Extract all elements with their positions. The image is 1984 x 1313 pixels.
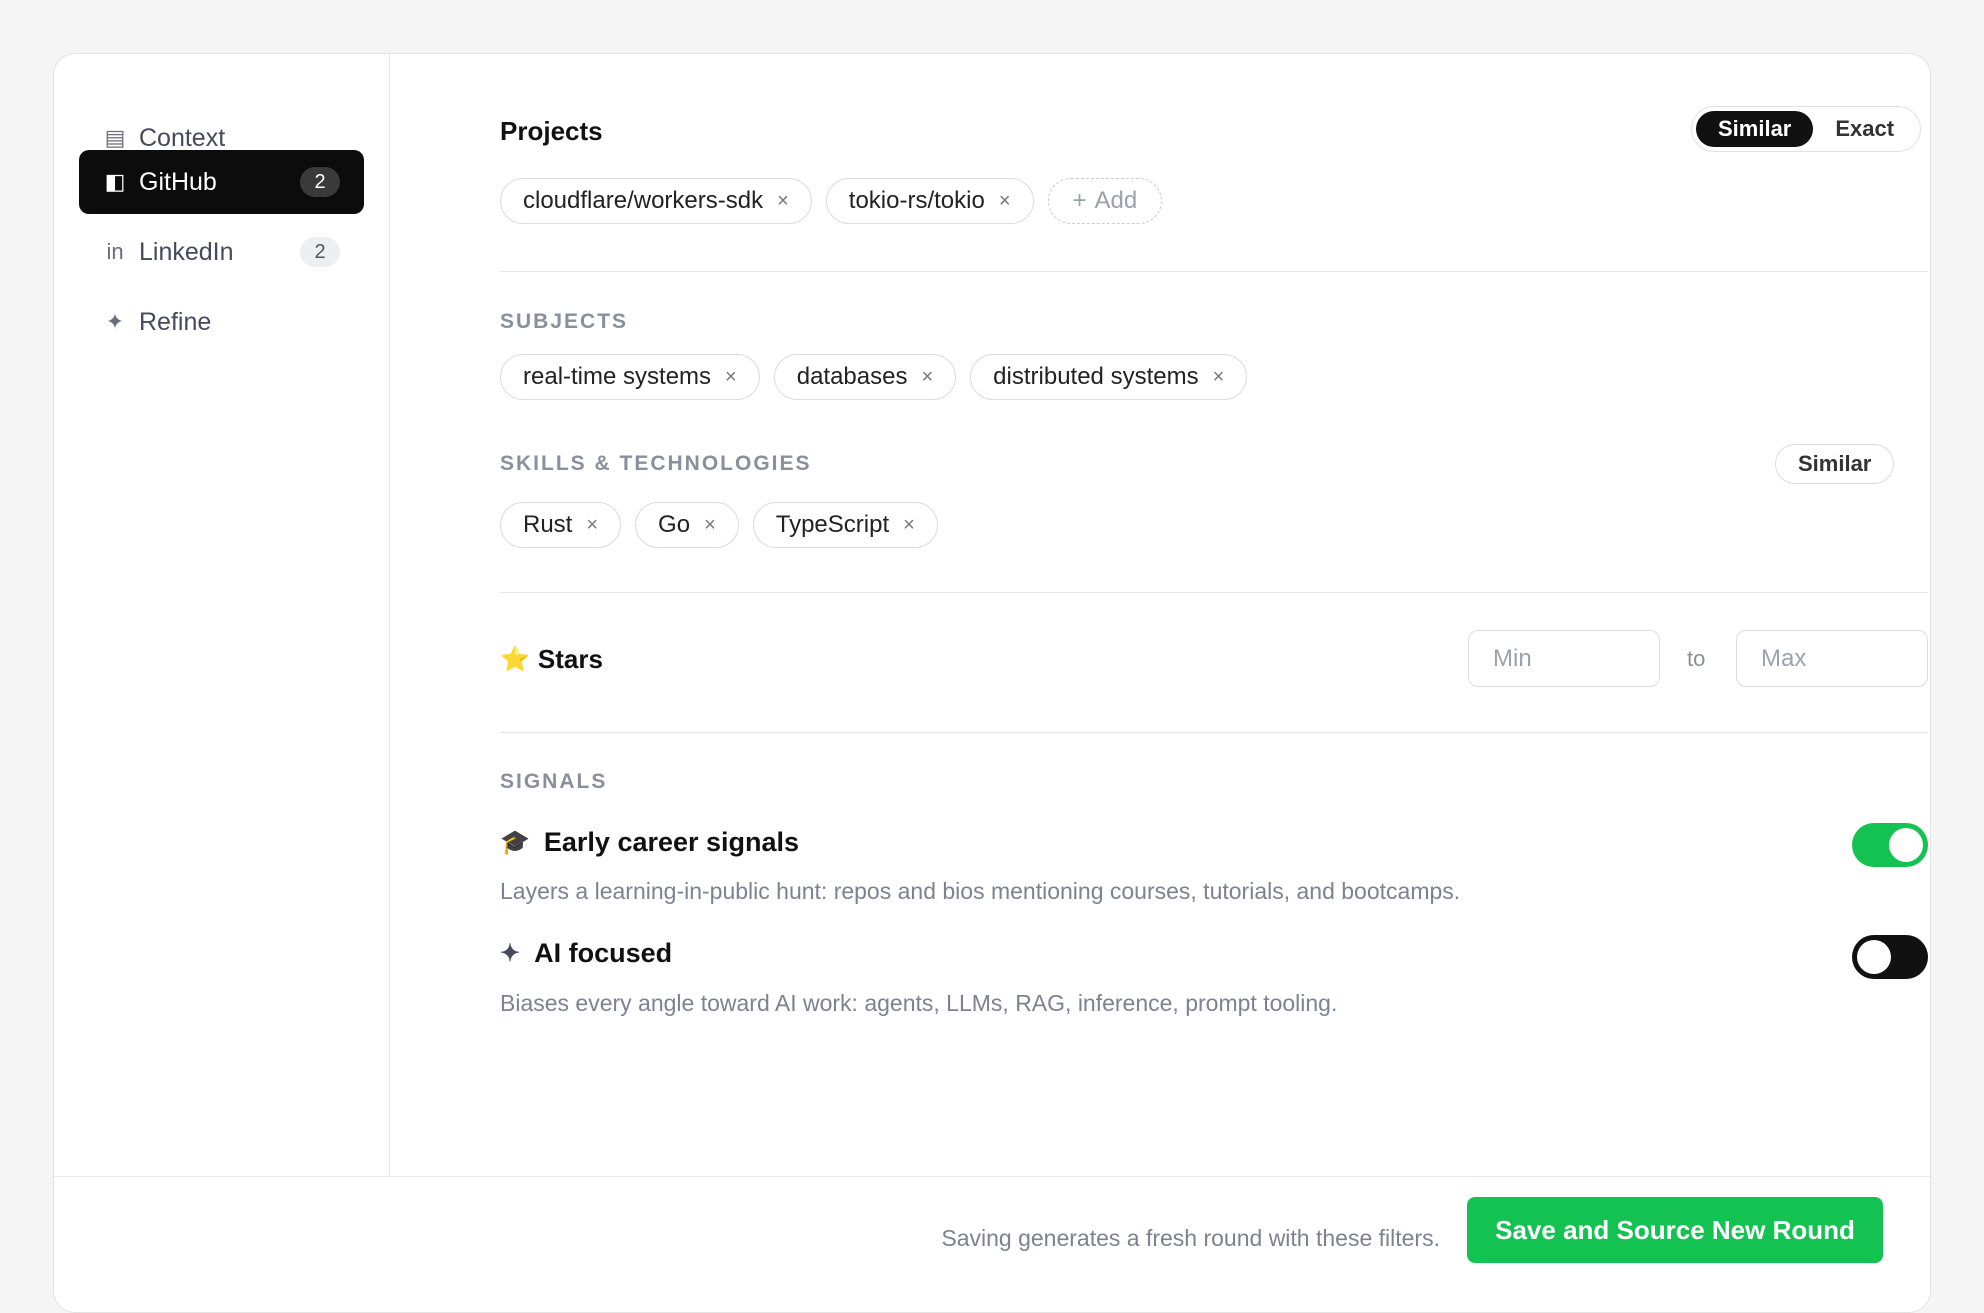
- project-chip: tokio-rs/tokio ×: [825, 178, 1034, 224]
- sidebar: ▤ Context ◧ GitHub 2 in LinkedIn 2 ✦ Ref…: [54, 54, 390, 1176]
- save-and-source-button[interactable]: Save and Source New Round: [1467, 1197, 1883, 1263]
- graduation-cap-icon: 🎓: [500, 829, 530, 856]
- toggle-knob: [1857, 940, 1891, 974]
- stars-label: Stars: [537, 644, 603, 674]
- count-badge: 2: [300, 237, 340, 267]
- sidebar-item-label: Context: [139, 123, 226, 152]
- chip-label: cloudflare/workers-sdk: [523, 187, 764, 214]
- early-career-toggle[interactable]: [1852, 823, 1928, 867]
- stars-min-input[interactable]: [1468, 630, 1660, 687]
- sparkle-icon: ✦: [105, 309, 125, 334]
- add-label: Add: [1094, 187, 1138, 214]
- sparkle-icon: ✦: [500, 940, 521, 967]
- skills-label: SKILLS & TECHNOLOGIES: [500, 452, 812, 475]
- ai-focused-toggle[interactable]: [1852, 935, 1928, 979]
- divider: [500, 592, 1928, 593]
- close-icon[interactable]: ×: [999, 190, 1011, 213]
- early-career-title: 🎓 Early career signals: [500, 827, 799, 858]
- sidebar-item-github[interactable]: ◧ GitHub 2: [79, 150, 364, 214]
- skill-chip: Go ×: [635, 502, 739, 548]
- close-icon[interactable]: ×: [903, 514, 915, 537]
- skill-chip: TypeScript ×: [752, 502, 938, 548]
- sidebar-item-label: Refine: [139, 307, 212, 336]
- star-icon: ⭐: [500, 646, 530, 673]
- add-project-button[interactable]: + Add: [1047, 178, 1163, 224]
- divider: [500, 732, 1928, 733]
- linkedin-icon: in: [106, 239, 124, 264]
- divider: [500, 271, 1928, 272]
- context-icon: ▤: [104, 125, 126, 150]
- sidebar-item-label: GitHub: [139, 167, 217, 196]
- skill-chip: Rust ×: [500, 502, 622, 548]
- subjects-chips: real-time systems × databases × distribu…: [500, 354, 1248, 400]
- close-icon[interactable]: ×: [777, 190, 789, 213]
- close-icon[interactable]: ×: [725, 366, 737, 389]
- early-career-description: Layers a learning-in-public hunt: repos …: [500, 878, 1461, 904]
- chip-label: Go: [658, 511, 691, 538]
- chip-label: databases: [796, 363, 908, 390]
- sidebar-item-label: LinkedIn: [139, 237, 234, 266]
- sidebar-item-refine[interactable]: ✦ Refine: [79, 290, 364, 354]
- subject-chip: databases ×: [773, 354, 957, 400]
- chip-label: real-time systems: [523, 363, 712, 390]
- plus-icon: +: [1072, 187, 1087, 214]
- main-content: Projects Similar Exact cloudflare/worker…: [391, 54, 1930, 1176]
- skills-similar-button[interactable]: Similar: [1775, 444, 1895, 484]
- ai-focused-description: Biases every angle toward AI work: agent…: [500, 990, 1338, 1016]
- project-chip: cloudflare/workers-sdk ×: [500, 178, 812, 224]
- skills-chips: Rust × Go × TypeScript ×: [500, 502, 938, 548]
- filters-panel: ▤ Context ◧ GitHub 2 in LinkedIn 2 ✦ Ref…: [53, 53, 1931, 1313]
- range-separator: to: [1687, 646, 1706, 671]
- subjects-label: SUBJECTS: [500, 310, 629, 333]
- close-icon[interactable]: ×: [704, 514, 716, 537]
- close-icon[interactable]: ×: [921, 366, 933, 389]
- sidebar-item-linkedin[interactable]: in LinkedIn 2: [79, 220, 364, 284]
- subject-chip: distributed systems ×: [970, 354, 1248, 400]
- close-icon[interactable]: ×: [586, 514, 598, 537]
- projects-chips: cloudflare/workers-sdk × tokio-rs/tokio …: [500, 178, 1163, 224]
- footer: Saving generates a fresh round with thes…: [54, 1176, 1930, 1312]
- signal-title-text: AI focused: [534, 938, 673, 968]
- stars-row-label: ⭐ Stars: [500, 644, 603, 675]
- count-badge: 2: [300, 167, 340, 197]
- subject-chip: real-time systems ×: [500, 354, 760, 400]
- chip-label: tokio-rs/tokio: [848, 187, 985, 214]
- projects-match-toggle: Similar Exact: [1691, 106, 1922, 152]
- footer-note: Saving generates a fresh round with thes…: [941, 1225, 1440, 1251]
- chip-label: TypeScript: [775, 511, 890, 538]
- ai-focused-title: ✦ AI focused: [500, 938, 672, 969]
- close-icon[interactable]: ×: [1213, 366, 1225, 389]
- signal-title-text: Early career signals: [543, 827, 800, 857]
- stars-max-input[interactable]: [1736, 630, 1928, 687]
- similar-option[interactable]: Similar: [1696, 111, 1814, 147]
- toggle-knob: [1889, 828, 1923, 862]
- github-icon: ◧: [104, 169, 126, 194]
- chip-label: distributed systems: [993, 363, 1199, 390]
- exact-option[interactable]: Exact: [1813, 111, 1916, 147]
- projects-title: Projects: [500, 116, 603, 146]
- chip-label: Rust: [523, 511, 573, 538]
- signals-label: SIGNALS: [500, 770, 608, 793]
